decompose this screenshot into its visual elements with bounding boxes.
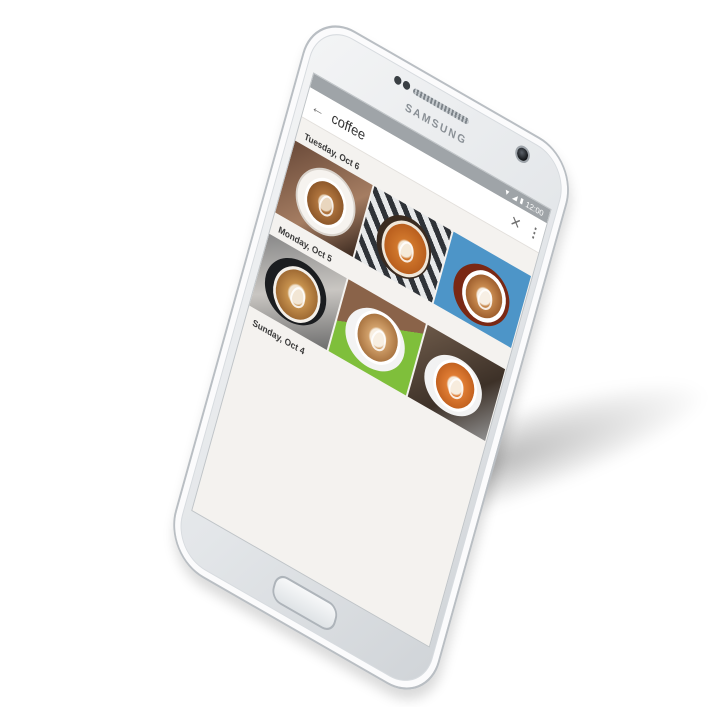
latte-art bbox=[475, 285, 495, 314]
more-vert-icon[interactable]: ⋮ bbox=[527, 222, 542, 243]
phone-device: SAMSUNG ▼ ◢ ▮ 12:00 ← coffee ✕ ⋮ Tuesday… bbox=[162, 8, 580, 707]
latte-art bbox=[446, 374, 466, 403]
battery-icon: ▮ bbox=[519, 196, 525, 206]
signal-icon: ◢ bbox=[511, 192, 519, 202]
front-camera bbox=[513, 142, 532, 167]
latte-art bbox=[369, 326, 389, 355]
close-icon[interactable]: ✕ bbox=[507, 211, 524, 234]
wifi-icon: ▼ bbox=[503, 187, 512, 198]
sensor bbox=[401, 79, 412, 92]
phone-screen: ▼ ◢ ▮ 12:00 ← coffee ✕ ⋮ Tuesday, Oct 6 bbox=[191, 72, 552, 648]
latte-art bbox=[396, 238, 417, 266]
arrow-left-icon[interactable]: ← bbox=[309, 97, 328, 121]
sensor bbox=[393, 74, 403, 87]
latte-art bbox=[316, 192, 337, 220]
latte-art bbox=[288, 283, 308, 312]
search-results: Tuesday, Oct 6 Monday, Oct 5 Sunday, Oct… bbox=[243, 117, 538, 463]
product-shot: SAMSUNG ▼ ◢ ▮ 12:00 ← coffee ✕ ⋮ Tuesday… bbox=[0, 0, 728, 707]
